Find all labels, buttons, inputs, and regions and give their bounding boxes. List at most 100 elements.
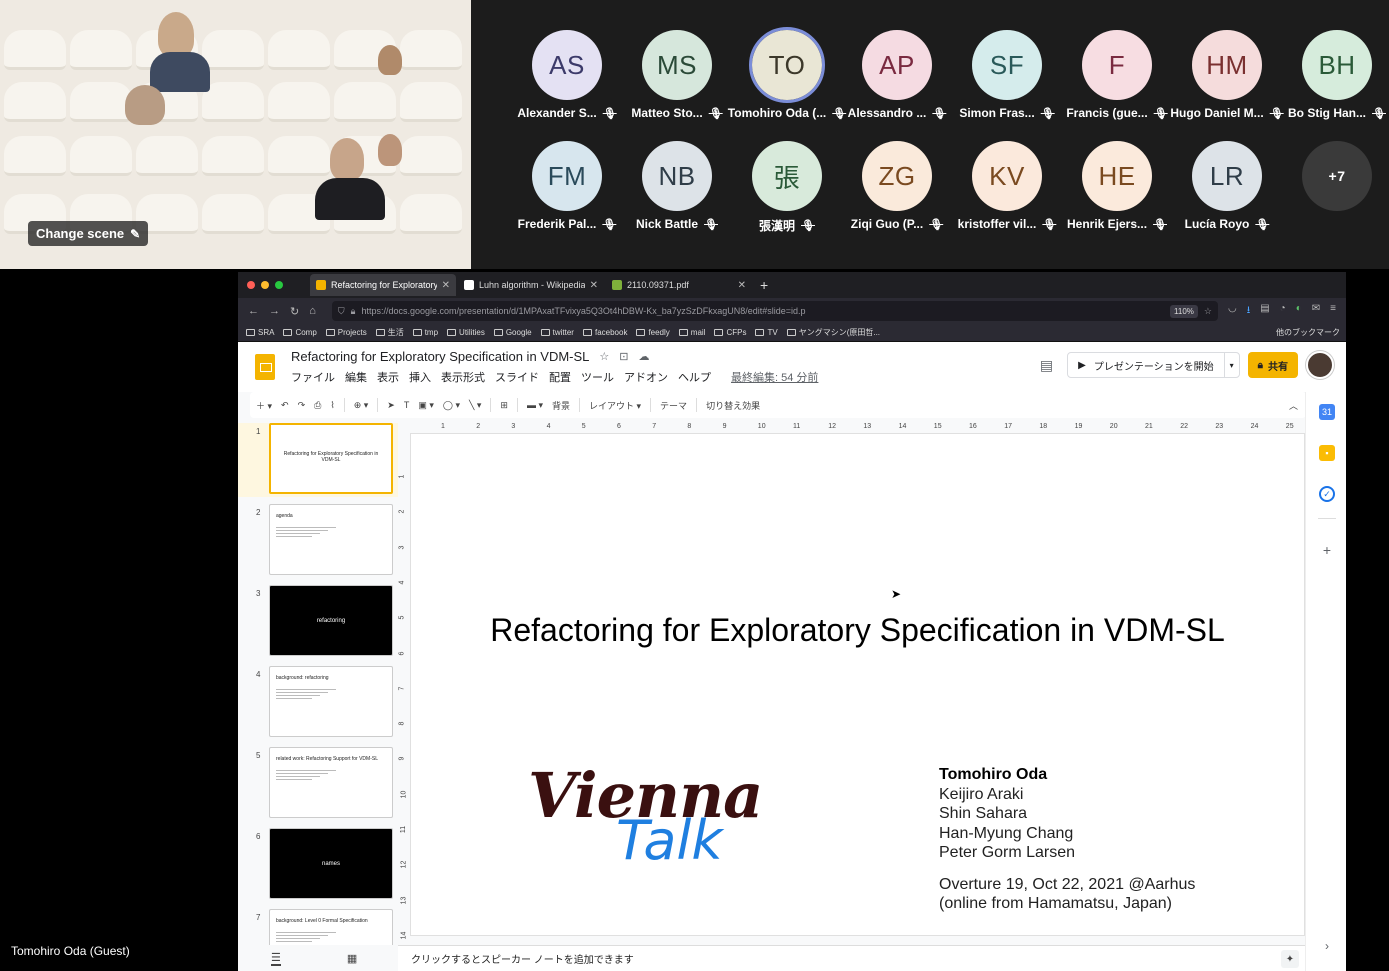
participant-tile[interactable]: TO Tomohiro Oda (... 🎙︎	[728, 27, 846, 120]
reload-icon[interactable]: ↻	[290, 305, 299, 318]
theme-button[interactable]: テーマ	[660, 399, 687, 412]
bookmark-item[interactable]: Comp	[283, 328, 317, 337]
browser-tab[interactable]: Luhn algorithm - Wikipedia ✕	[458, 274, 604, 296]
menu-item[interactable]: 編集	[345, 369, 367, 385]
other-bookmarks[interactable]: 他のブックマーク	[1276, 327, 1346, 338]
forward-icon[interactable]: →	[269, 305, 280, 317]
background-button[interactable]: 背景	[552, 399, 570, 412]
keep-icon[interactable]: ▪	[1319, 445, 1335, 461]
slide-thumbnail-row[interactable]: 4 background: refactoring	[238, 666, 398, 740]
slide-thumbnail-row[interactable]: 1 Refactoring for Exploratory Specificati…	[238, 423, 398, 497]
bookmark-item[interactable]: Projects	[325, 328, 367, 337]
move-folder-icon[interactable]: ⊡	[619, 350, 628, 363]
bookmark-item[interactable]: 生活	[375, 327, 404, 338]
comments-icon[interactable]: ▤	[1040, 357, 1053, 374]
extension-icon[interactable]: ◔	[1280, 303, 1286, 320]
textbox-icon[interactable]: T	[404, 400, 410, 410]
slide-thumbnail[interactable]: background: Level 0 Formal Specification	[269, 909, 393, 945]
menu-item[interactable]: ファイル	[291, 369, 335, 385]
participant-tile[interactable]: NB Nick Battle 🎙︎	[622, 141, 732, 231]
slide-title[interactable]: Refactoring for Exploratory Specificatio…	[411, 612, 1304, 649]
browser-tab[interactable]: 2110.09371.pdf ✕	[606, 274, 752, 296]
download-icon[interactable]: ⭳	[1247, 303, 1251, 320]
explore-icon[interactable]: ✦	[1281, 950, 1299, 968]
bookmark-item[interactable]: Google	[493, 328, 532, 337]
author-list[interactable]: Tomohiro Oda Keijiro Araki Shin Sahara H…	[939, 765, 1195, 914]
bookmark-item[interactable]: ヤングマシン(原田哲...	[786, 327, 880, 338]
bookmark-item[interactable]: twitter	[540, 328, 574, 337]
bookmark-item[interactable]: CFPs	[714, 328, 746, 337]
redo-icon[interactable]: ↷	[298, 400, 306, 411]
change-scene-button[interactable]: Change scene ✎	[28, 221, 149, 246]
share-button[interactable]: 🔒︎ 共有	[1247, 352, 1298, 378]
zoom-icon[interactable]: ⊕ ▾	[354, 400, 369, 411]
browser-tab[interactable]: Refactoring for Exploratory Spec ✕	[310, 274, 456, 296]
home-icon[interactable]: ⌂	[309, 305, 316, 317]
menu-item[interactable]: ヘルプ	[678, 369, 711, 385]
bookmark-item[interactable]: Utilities	[447, 328, 485, 337]
menu-item[interactable]: 表示	[377, 369, 399, 385]
present-dropdown[interactable]: ▾	[1225, 361, 1239, 370]
add-addon-icon[interactable]: +	[1319, 542, 1335, 558]
participant-tile[interactable]: 張張漢明 🎙︎	[732, 141, 842, 234]
bookmark-item[interactable]: SRA	[246, 328, 274, 337]
bookmark-item[interactable]: mail	[678, 328, 705, 337]
menu-item[interactable]: 配置	[549, 369, 571, 385]
participant-tile[interactable]: AS Alexander S... 🎙︎	[512, 30, 622, 120]
bookmark-item[interactable]: tmp	[412, 328, 438, 337]
bookmark-item[interactable]: facebook	[582, 328, 627, 337]
slide-thumbnail-row[interactable]: 2 agenda	[238, 504, 398, 578]
participant-tile[interactable]: KV kristoffer vil... 🎙︎	[952, 141, 1062, 231]
more-participants-button[interactable]: +7	[1302, 141, 1372, 211]
maximize-window-button[interactable]	[275, 281, 283, 289]
slide-thumbnail-row[interactable]: 6 names	[238, 828, 398, 902]
menu-icon[interactable]: ≡	[1330, 303, 1336, 320]
bookmark-item[interactable]: TV	[755, 328, 778, 337]
menu-item[interactable]: アドオン	[624, 369, 668, 385]
close-window-button[interactable]	[247, 281, 255, 289]
participant-tile[interactable]: FM Frederik Pal... 🎙︎	[512, 141, 622, 231]
menu-item[interactable]: 表示形式	[441, 369, 485, 385]
pocket-icon[interactable]: ◡	[1228, 303, 1237, 320]
new-tab-button[interactable]: +	[754, 277, 768, 293]
slide-thumbnail[interactable]: refactoring	[269, 585, 393, 656]
grid-view-icon[interactable]: ▦	[347, 952, 357, 965]
participant-tile[interactable]: BH Bo Stig Han... 🎙︎	[1282, 30, 1389, 120]
slide-thumbnail-row[interactable]: 7 background: Level 0 Formal Specificatio…	[238, 909, 398, 945]
shape-icon[interactable]: ◯ ▾	[443, 400, 460, 411]
star-icon[interactable]: ☆	[599, 350, 609, 363]
close-tab-icon[interactable]: ✕	[738, 280, 746, 291]
select-icon[interactable]: ➤	[387, 400, 395, 411]
extension-icon[interactable]: ◐	[1296, 303, 1302, 320]
participant-tile[interactable]: +7	[1282, 141, 1389, 211]
participant-tile[interactable]: MS Matteo Sto... 🎙︎	[622, 30, 732, 120]
participant-tile[interactable]: HE Henrik Ejers... 🎙︎	[1062, 141, 1172, 231]
slide-thumbnail[interactable]: related work: Refactoring Support for VD…	[269, 747, 393, 818]
mail-icon[interactable]: ✉	[1312, 303, 1320, 320]
chevron-up-icon[interactable]: ︿	[1289, 399, 1298, 412]
calendar-icon[interactable]: 31	[1319, 404, 1335, 420]
document-title[interactable]: Refactoring for Exploratory Specificatio…	[291, 349, 589, 364]
image-icon[interactable]: ▣ ▾	[418, 400, 434, 411]
close-tab-icon[interactable]: ✕	[442, 280, 450, 291]
back-icon[interactable]: ←	[248, 305, 259, 317]
undo-icon[interactable]: ↶	[281, 400, 289, 411]
slide-canvas[interactable]: Refactoring for Exploratory Specificatio…	[410, 433, 1305, 936]
close-tab-icon[interactable]: ✕	[590, 280, 598, 291]
sidebar-icon[interactable]: ▤	[1260, 303, 1269, 320]
line-icon[interactable]: ╲ ▾	[469, 400, 481, 411]
participant-tile[interactable]: F Francis (gue... 🎙︎	[1062, 30, 1172, 120]
participant-tile[interactable]: SF Simon Fras... 🎙︎	[952, 30, 1062, 120]
minimize-window-button[interactable]	[261, 281, 269, 289]
slide-thumbnail[interactable]: Refactoring for Exploratory Specificatio…	[269, 423, 393, 494]
participant-tile[interactable]: HM Hugo Daniel M... 🎙︎	[1170, 30, 1284, 120]
bookmark-item[interactable]: feedly	[636, 328, 670, 337]
speaker-notes[interactable]: クリックするとスピーカー ノートを追加できます ✦	[398, 945, 1305, 971]
slides-logo-icon[interactable]	[255, 354, 275, 380]
comment-add-icon[interactable]: ⊞	[500, 400, 508, 411]
address-bar[interactable]: ⛉ 🔒︎ https://docs.google.com/presentatio…	[331, 301, 1218, 321]
chevron-right-icon[interactable]: ›	[1319, 938, 1335, 954]
transition-button[interactable]: 切り替え効果	[706, 399, 760, 412]
slide-thumbnail[interactable]: names	[269, 828, 393, 899]
cloud-status-icon[interactable]: ☁	[639, 350, 650, 363]
